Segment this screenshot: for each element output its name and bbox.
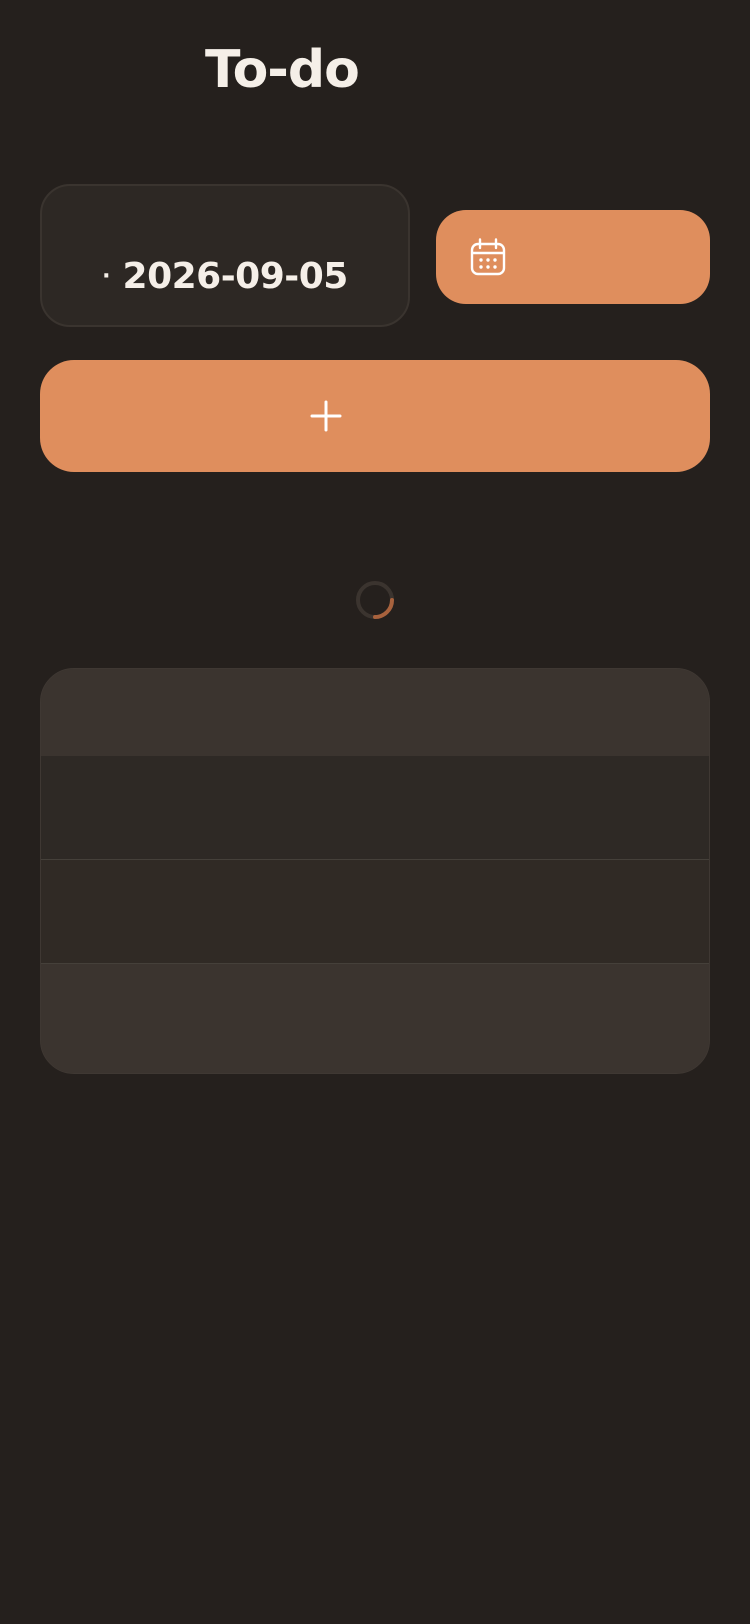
date-display: · 2026-09-05 (42, 254, 408, 300)
table-header-label (41, 669, 709, 721)
spinner-icon (356, 581, 394, 619)
selected-date: 2026-09-05 (122, 256, 349, 297)
date-bullet: · (102, 264, 111, 289)
page-title: To-do (205, 40, 360, 100)
table-row[interactable] (41, 860, 709, 964)
table-row[interactable] (41, 756, 709, 860)
task-table (40, 668, 710, 1074)
calendar-icon (470, 238, 506, 276)
table-header (41, 669, 709, 756)
plus-icon (310, 400, 342, 432)
table-footer-label (41, 964, 709, 1016)
calendar-button[interactable] (436, 210, 710, 304)
add-task-button[interactable] (40, 360, 710, 472)
table-row-text (41, 756, 709, 808)
table-footer (41, 964, 709, 1072)
table-row-text (41, 860, 709, 912)
date-card[interactable]: · 2026-09-05 (40, 184, 410, 327)
